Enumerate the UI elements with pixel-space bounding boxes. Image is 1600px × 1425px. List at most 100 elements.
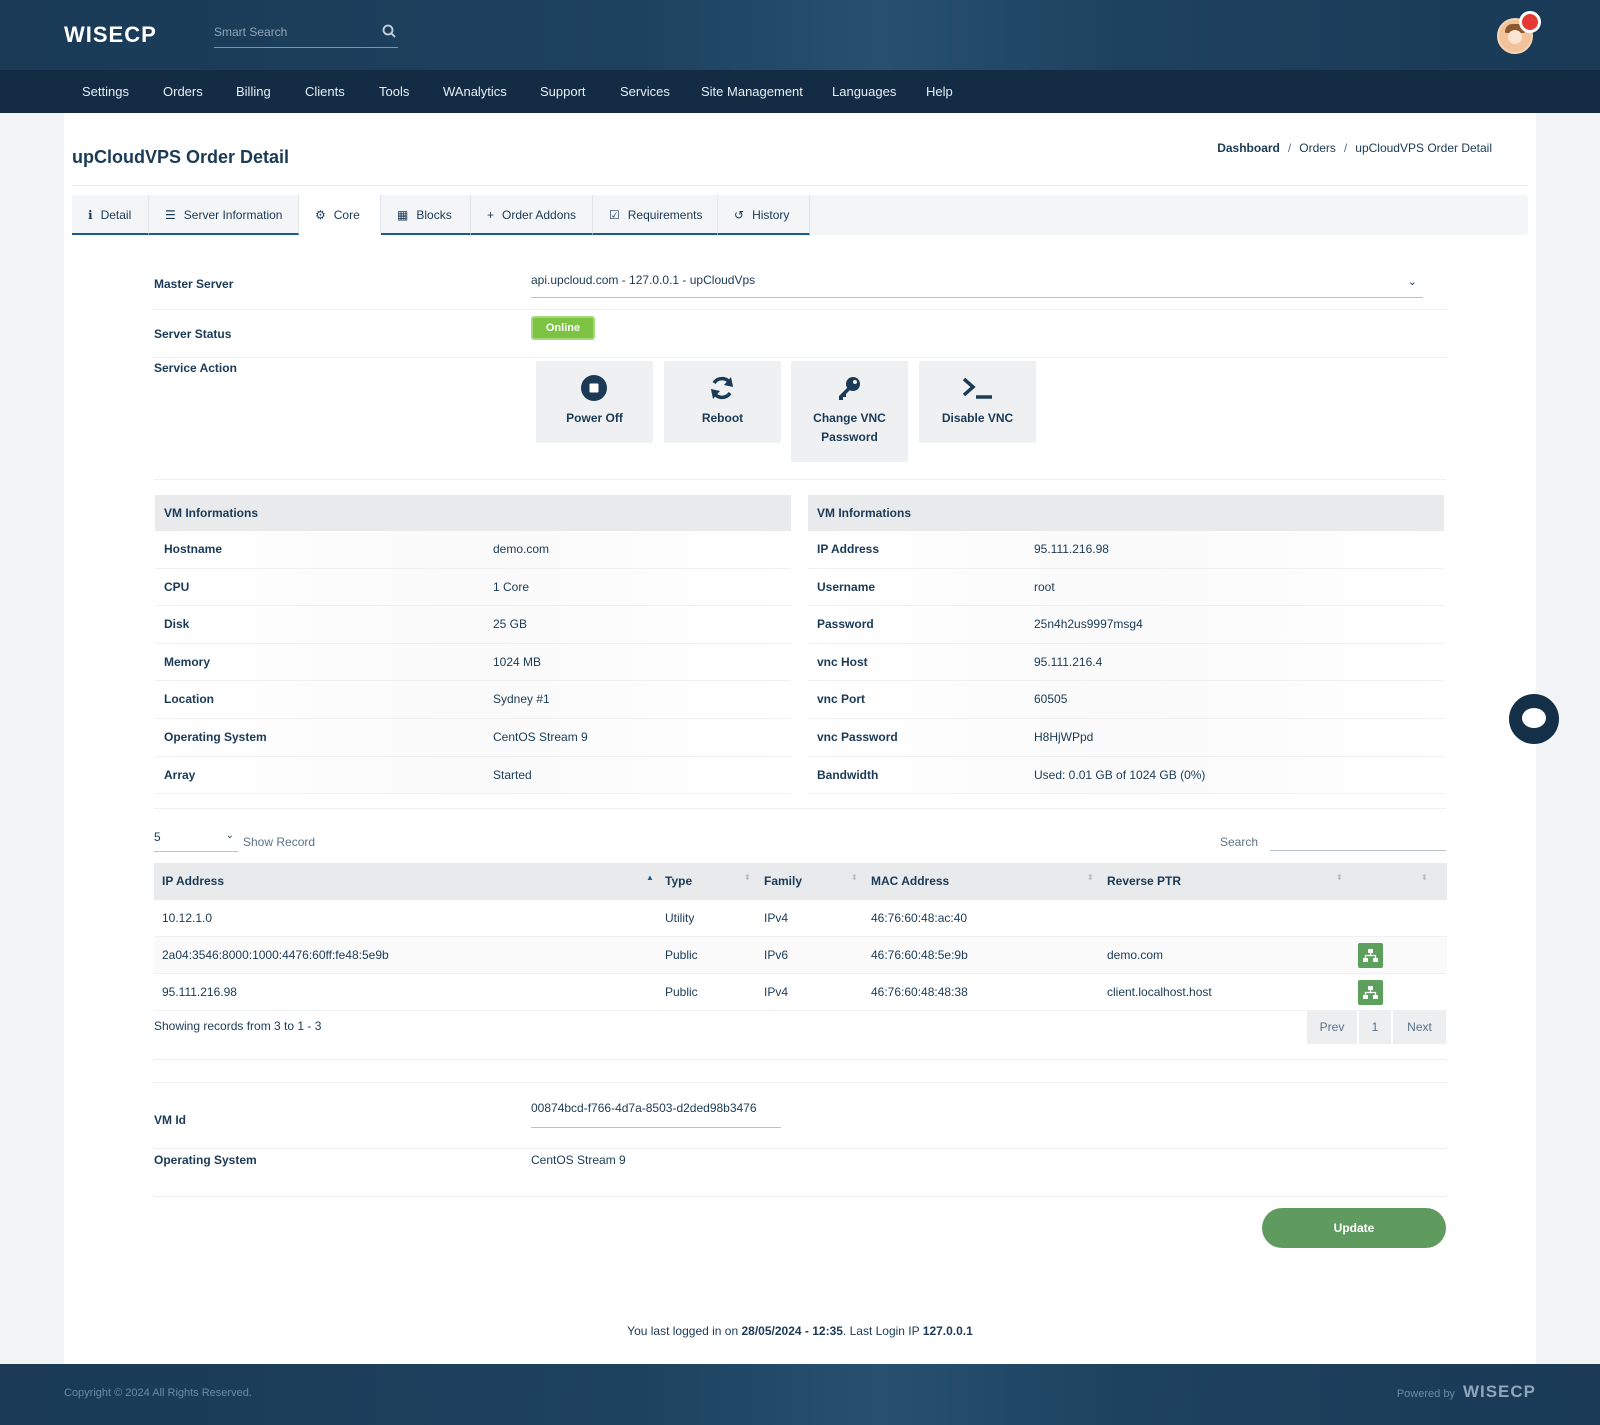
sort-asc-icon[interactable]: ▲: [646, 873, 654, 882]
history-icon: ↺: [734, 208, 745, 222]
nav-clients[interactable]: Clients: [305, 70, 345, 113]
column-reverse-ptr[interactable]: Reverse PTR: [1107, 874, 1181, 888]
update-button[interactable]: Update: [1262, 1208, 1446, 1248]
tab-blocks[interactable]: ▦ Blocks: [381, 195, 471, 235]
column-ip-address[interactable]: IP Address: [162, 874, 224, 888]
nav-tools[interactable]: Tools: [379, 70, 409, 113]
server-status-label: Server Status: [154, 327, 232, 341]
top-header: WISECP: [0, 0, 1600, 70]
nav-wanalytics[interactable]: WAnalytics: [443, 70, 507, 113]
brand-logo[interactable]: WISECP: [64, 22, 157, 48]
nav-help[interactable]: Help: [926, 70, 953, 113]
service-action-label: Service Action: [154, 361, 237, 375]
cell-ptr: client.localhost.host: [1107, 985, 1212, 999]
prev-page-button[interactable]: Prev: [1307, 1011, 1357, 1044]
power-off-button[interactable]: Power Off: [536, 361, 653, 443]
edit-ptr-button[interactable]: [1358, 980, 1383, 1005]
column-family[interactable]: Family: [764, 874, 802, 888]
smart-search-input[interactable]: [214, 18, 374, 46]
column-mac-address[interactable]: MAC Address: [871, 874, 949, 888]
breadcrumb-dashboard[interactable]: Dashboard: [1217, 141, 1280, 155]
notification-bell-icon[interactable]: [1519, 11, 1541, 33]
breadcrumb-orders[interactable]: Orders: [1299, 141, 1336, 155]
cell-mac: 46:76:60:48:5e:9b: [871, 948, 968, 962]
tab-order-addons[interactable]: + Order Addons: [471, 195, 593, 235]
page-size-select[interactable]: 5 ⌄: [154, 830, 238, 852]
change-vnc-password-button[interactable]: Change VNC Password: [791, 361, 908, 462]
vm-info-key: vnc Port: [817, 692, 866, 707]
vm-info-key: Username: [817, 579, 876, 594]
table-search-input[interactable]: [1270, 825, 1446, 851]
vm-id-value: 00874bcd-f766-4d7a-8503-d2ded98b3476: [531, 1101, 757, 1115]
vm-info-row: Disk 25 GB: [155, 606, 791, 644]
nav-billing[interactable]: Billing: [236, 70, 271, 113]
main-nav: Settings Orders Billing Clients Tools WA…: [0, 70, 1600, 113]
vm-info-row: Username root: [808, 568, 1444, 607]
powered-by-label: Powered by: [1396, 1388, 1455, 1400]
nav-support[interactable]: Support: [540, 70, 586, 113]
table-row: 2a04:3546:8000:1000:4476:60ff:fe48:5e9b …: [154, 937, 1447, 974]
nav-languages[interactable]: Languages: [832, 70, 896, 113]
master-server-value: api.upcloud.com - 127.0.0.1 - upCloudVps: [531, 273, 756, 287]
sitemap-icon: [1363, 986, 1378, 999]
vm-info-key: vnc Host: [817, 654, 868, 669]
sort-icon[interactable]: ⬍: [1421, 873, 1428, 882]
tab-detail[interactable]: ℹ Detail: [72, 195, 149, 235]
breadcrumb-current: upCloudVPS Order Detail: [1355, 141, 1492, 155]
cell-ip: 10.12.1.0: [162, 911, 213, 925]
nav-orders[interactable]: Orders: [163, 70, 203, 113]
nav-site-management[interactable]: Site Management: [701, 70, 803, 113]
table-row: 95.111.216.98 Public IPv4 46:76:60:48:48…: [154, 974, 1447, 1011]
smart-search: [214, 18, 398, 48]
nav-settings[interactable]: Settings: [82, 70, 129, 113]
vm-info-row: Password 25n4h2us9997msg4: [808, 606, 1444, 644]
action-label: Change VNC Password: [813, 411, 886, 444]
sort-icon[interactable]: ⬍: [1336, 873, 1343, 882]
cell-type: Public: [665, 948, 698, 962]
tab-requirements[interactable]: ☑ Requirements: [593, 195, 718, 235]
records-summary: Showing records from 3 to 1 - 3: [154, 1019, 322, 1033]
divider: [154, 309, 1446, 310]
vm-info-value: Used: 0.01 GB of 1024 GB (0%): [1034, 767, 1206, 782]
vm-info-row: Hostname demo.com: [155, 531, 791, 569]
terminal-icon: [962, 377, 992, 399]
cell-type: Public: [665, 985, 698, 999]
stop-icon: [581, 375, 607, 401]
vm-info-key: CPU: [164, 579, 190, 594]
action-label: Reboot: [701, 411, 744, 425]
master-server-label: Master Server: [154, 277, 234, 291]
vm-info-row: Memory 1024 MB: [155, 643, 791, 682]
grid-icon: ▦: [397, 208, 409, 222]
column-type[interactable]: Type: [665, 874, 692, 888]
page-size-value: 5: [154, 830, 161, 844]
sort-icon[interactable]: ⬍: [851, 873, 858, 882]
tab-history[interactable]: ↺ History: [718, 195, 810, 235]
sort-icon[interactable]: ⬍: [744, 873, 751, 882]
chevron-down-icon: ⌄: [1407, 276, 1417, 288]
edit-ptr-button[interactable]: [1358, 943, 1383, 968]
tab-core[interactable]: ⚙ Core: [299, 195, 381, 235]
vm-info-key: Password: [817, 617, 874, 632]
last-login-prefix: You last logged in on: [627, 1324, 742, 1338]
search-icon[interactable]: [382, 24, 396, 38]
nav-services[interactable]: Services: [620, 70, 670, 113]
vm-info-value: 95.111.216.98: [1034, 542, 1109, 556]
vm-info-right: VM Informations IP Address 95.111.216.98 …: [808, 495, 1444, 795]
page-1-button[interactable]: 1: [1359, 1011, 1391, 1044]
sort-icon[interactable]: ⬍: [1087, 873, 1094, 882]
sitemap-icon: [1363, 949, 1378, 962]
live-chat-button[interactable]: [1509, 694, 1559, 744]
vm-info-row: IP Address 95.111.216.98: [808, 531, 1444, 569]
page-content: upCloudVPS Order Detail Dashboard / Orders…: [64, 113, 1536, 1364]
tab-label: History: [752, 208, 790, 222]
vm-id-field[interactable]: 00874bcd-f766-4d7a-8503-d2ded98b3476: [531, 1101, 781, 1128]
divider: [72, 185, 1528, 186]
master-server-select[interactable]: api.upcloud.com - 127.0.0.1 - upCloudVps…: [531, 273, 1423, 298]
reboot-button[interactable]: Reboot: [664, 361, 781, 443]
key-icon: [839, 377, 860, 400]
disable-vnc-button[interactable]: Disable VNC: [919, 361, 1036, 443]
footer-logo[interactable]: WISECP: [1463, 1382, 1536, 1401]
tab-server-information[interactable]: ☰ Server Information: [149, 195, 299, 235]
next-page-button[interactable]: Next: [1393, 1011, 1446, 1044]
info-icon: ℹ: [88, 208, 93, 222]
